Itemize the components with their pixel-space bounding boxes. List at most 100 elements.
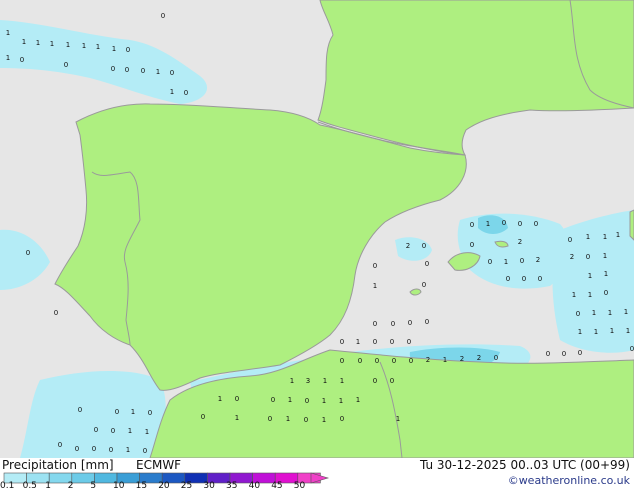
precip-value-label: 1 [572,291,576,299]
footer-title: Precipitation [mm] [2,458,114,472]
precip-value-label: 1 [112,45,116,53]
precip-value-label: 1 [594,328,598,336]
precip-value-label: 1 [356,396,360,404]
precip-value-label: 0 [143,447,147,455]
precip-value-label: 0 [235,395,239,403]
precip-value-label: 2 [426,356,430,364]
precip-value-label: 0 [373,320,377,328]
precip-value-label: 1 [373,282,377,290]
precip-value-label: 0 [408,319,412,327]
precip-value-label: 0 [534,220,538,228]
precip-value-label: 0 [390,338,394,346]
precip-value-label: 1 [396,415,400,423]
precip-value-label: 0 [425,318,429,326]
precip-value-label: 0 [184,89,188,97]
precip-value-label: 0 [522,275,526,283]
precip-value-label: 0 [604,289,608,297]
precip-value-label: 3 [306,377,310,385]
precip-value-label: 0 [305,397,309,405]
precip-value-label: 1 [610,327,614,335]
precip-value-label: 0 [161,12,165,20]
precip-value-label: 1 [588,291,592,299]
precip-value-label: 1 [616,231,620,239]
precip-value-label: 0 [502,219,506,227]
precip-value-label: 0 [470,221,474,229]
precip-value-label: 2 [518,238,522,246]
precip-value-label: 0 [576,310,580,318]
precip-value-label: 0 [520,257,524,265]
precip-value-label: 1 [486,220,490,228]
precip-value-label: 0 [111,65,115,73]
precip-value-label: 1 [170,88,174,96]
precip-value-label: 1 [36,39,40,47]
precip-value-label: 0 [170,69,174,77]
precip-value-label: 0 [425,260,429,268]
precip-value-label: 2 [406,242,410,250]
precip-value-label: 1 [340,377,344,385]
precip-value-label: 0 [340,357,344,365]
precip-value-label: 1 [603,233,607,241]
footer-model: ECMWF [136,458,181,472]
precip-value-label: 0 [304,416,308,424]
precip-value-label: 1 [322,416,326,424]
footer-datetime: Tu 30-12-2025 00..03 UTC (00+99) [420,458,630,472]
precip-value-label: 1 [6,29,10,37]
precip-value-label: 0 [115,408,119,416]
precip-value-label: 0 [630,345,634,353]
precip-value-label: 0 [94,426,98,434]
precip-value-label: 0 [506,275,510,283]
footer-bar: Precipitation [mm] ECMWF Tu 30-12-2025 0… [0,458,634,490]
precipitation-map: 0 1 1 1 1 1 1 1 1 0 1 0 0 0 0 0 1 0 1 0 0 0 0 1 0 0 0 2 0 0 2 0 1 1 1 0 0 0 1 0… [0,0,634,458]
precip-value-label: 0 [578,349,582,357]
precip-value-label: 0 [391,320,395,328]
precip-value-label: 2 [460,355,464,363]
precip-value-label: 0 [568,236,572,244]
precip-value-label: 2 [570,253,574,261]
land-corsica [630,210,634,240]
precip-value-label: 0 [470,241,474,249]
precip-value-label: 1 [603,252,607,260]
precip-value-label: 1 [588,272,592,280]
precip-value-label: 1 [586,233,590,241]
precip-value-label: 0 [586,253,590,261]
precip-value-label: 0 [141,67,145,75]
precip-value-label: 1 [592,309,596,317]
precip-value-label: 0 [201,413,205,421]
precip-value-label: 0 [494,354,498,362]
precip-value-label: 0 [390,377,394,385]
precip-value-label: 0 [111,427,115,435]
precip-value-label: 1 [96,43,100,51]
precip-value-label: 0 [562,350,566,358]
precip-value-label: 0 [20,56,24,64]
precip-value-label: 0 [126,46,130,54]
precip-value-label: 1 [145,428,149,436]
precip-value-label: 1 [131,408,135,416]
precip-value-label: 0 [271,396,275,404]
precip-value-label: 0 [64,61,68,69]
precip-value-label: 1 [235,414,239,422]
precip-value-label: 0 [75,445,79,453]
precip-value-label: 0 [422,242,426,250]
precip-value-label: 1 [626,327,630,335]
footer-credit[interactable]: ©weatheronline.co.uk [508,474,630,488]
precip-value-label: 0 [373,377,377,385]
precip-value-label: 1 [323,377,327,385]
precip-value-label: 1 [608,309,612,317]
precip-value-label: 1 [356,338,360,346]
precip-value-label: 0 [422,281,426,289]
precip-value-label: 1 [286,415,290,423]
precip-value-label: 1 [218,395,222,403]
precip-value-label: 1 [50,40,54,48]
precip-value-label: 0 [546,350,550,358]
precip-value-label: 0 [340,415,344,423]
precip-value-label: 1 [443,356,447,364]
precip-value-label: 0 [373,338,377,346]
precip-value-label: 1 [128,427,132,435]
precip-value-label: 1 [322,397,326,405]
precip-value-label: 0 [373,262,377,270]
precip-value-label: 0 [407,338,411,346]
precip-value-label: 1 [504,258,508,266]
map-area: 0 1 1 1 1 1 1 1 1 0 1 0 0 0 0 0 1 0 1 0 0 0 0 1 0 0 0 2 0 0 2 0 1 1 1 0 0 0 1 0… [0,0,634,458]
precip-value-label: 0 [54,309,58,317]
precip-value-label: 1 [6,54,10,62]
